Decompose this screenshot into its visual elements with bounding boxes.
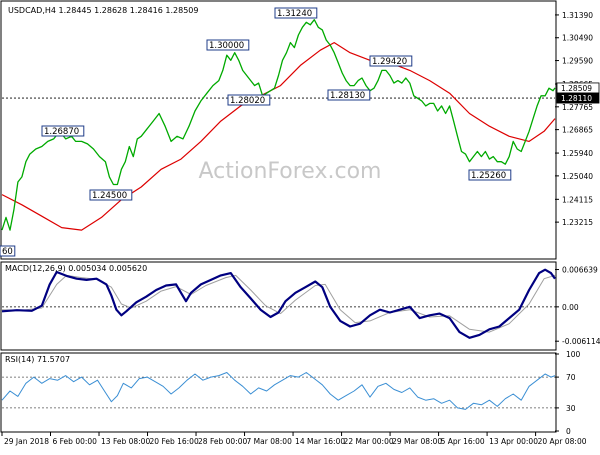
- annotation-label: 1.28130: [330, 91, 365, 101]
- x-tick-label: 13 Feb 08:00: [101, 437, 150, 446]
- rsi-tick-label: 100: [566, 350, 581, 359]
- rsi-tick-label: 70: [566, 373, 576, 382]
- current-price-label: 1.28509: [561, 84, 592, 93]
- annotation-label: 1.25260: [471, 171, 506, 181]
- x-tick-label: 5 Apr 16:00: [441, 437, 485, 446]
- annotation-label: 1.28020: [230, 96, 265, 106]
- macd-panel-title: MACD(12,26,9) 0.005034 0.005620: [5, 264, 147, 273]
- chart-stage: ActionForex.com 60 1.26870 1.24500 1.30000 1…: [0, 0, 600, 450]
- watermark-text: ActionForex.com: [199, 159, 382, 184]
- annotation-label: 1.26870: [44, 127, 79, 137]
- hline-price-label: 1.28110: [561, 94, 592, 103]
- x-tick-label: 20 Apr 08:00: [538, 437, 587, 446]
- macd-tick-label: 0.006639: [562, 266, 598, 275]
- x-tick-label: 29 Mar 08:00: [392, 437, 442, 446]
- annotation-label: 1.30000: [209, 41, 244, 51]
- x-tick-label: 13 Apr 00:00: [489, 437, 538, 446]
- price-tick-label: 1.30490: [562, 34, 593, 43]
- annotation-label: 1.29420: [372, 57, 407, 67]
- price-tick-label: 1.27765: [562, 103, 593, 112]
- macd-tick-label: 0.00: [562, 303, 579, 312]
- rsi-tick-label: 30: [566, 404, 576, 413]
- x-tick-label: 6 Feb 00:00: [53, 437, 98, 446]
- price-panel-title: USDCAD,H4 1.28445 1.28628 1.28416 1.2850…: [8, 6, 198, 15]
- x-tick-label: 22 Mar 00:00: [344, 437, 394, 446]
- price-tick-label: 1.23215: [562, 218, 593, 227]
- annotation-label: 1.24500: [92, 191, 127, 201]
- price-tick-label: 1.31390: [562, 11, 593, 20]
- price-tick-label: 1.25040: [562, 172, 593, 181]
- x-tick-label: 14 Mar 16:00: [295, 437, 345, 446]
- chart-svg: ActionForex.com 60 1.26870 1.24500 1.30000 1…: [0, 0, 600, 450]
- x-tick-label: 28 Feb 00:00: [198, 437, 247, 446]
- annotation-label: 1.31240: [277, 9, 312, 19]
- price-tick-label: 1.24115: [562, 195, 593, 204]
- x-tick-label: 29 Jan 2018: [4, 437, 49, 446]
- rsi-tick-label: 0: [566, 427, 571, 436]
- rsi-panel-title: RSI(14) 71.5707: [5, 355, 70, 364]
- price-tick-label: 1.26865: [562, 126, 593, 135]
- macd-tick-label: -0.006114: [562, 337, 600, 346]
- annotation-label: 60: [2, 247, 13, 257]
- price-tick-label: 1.29590: [562, 57, 593, 66]
- x-tick-label: 7 Mar 08:00: [247, 437, 293, 446]
- x-tick-label: 20 Feb 16:00: [150, 437, 199, 446]
- price-tick-label: 1.25940: [562, 149, 593, 158]
